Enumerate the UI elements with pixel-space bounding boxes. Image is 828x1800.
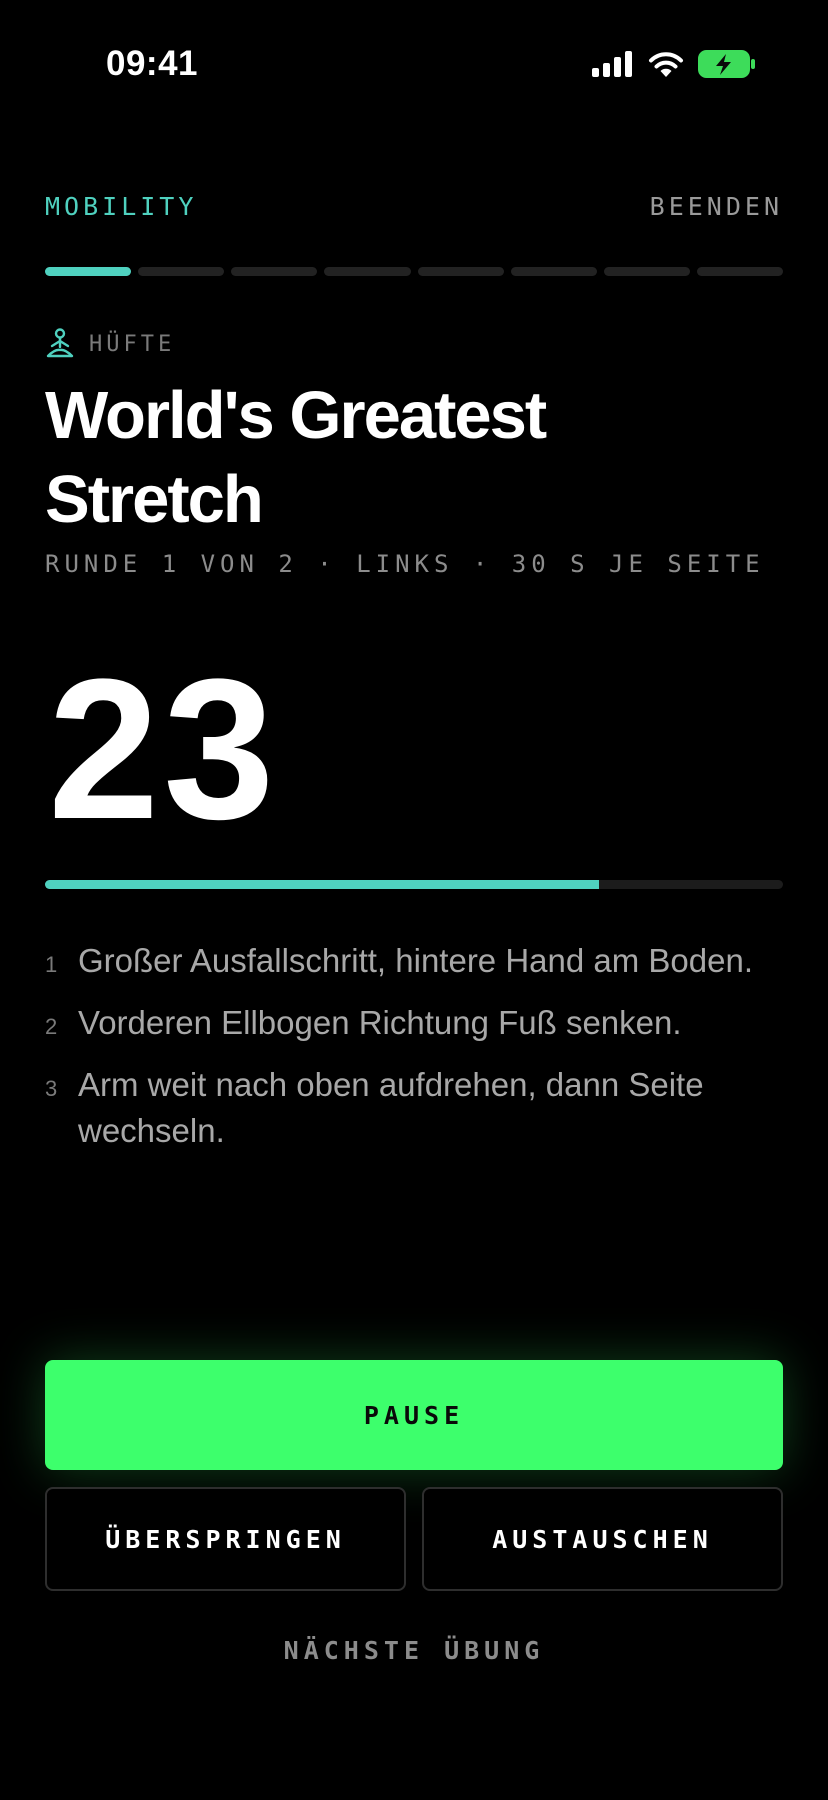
step-number: 2 — [45, 1014, 58, 1039]
cellular-signal-icon — [592, 51, 632, 77]
step-text: Großer Ausfallschritt, hintere Hand am B… — [78, 942, 753, 979]
swap-exercise-button[interactable]: AUSTAUSCHEN — [422, 1487, 783, 1591]
timer-progress-bar — [45, 880, 783, 889]
exercise-title-line1: World's Greatest — [45, 378, 547, 453]
step-number: 3 — [45, 1076, 58, 1101]
step-item: 2 Vorderen Ellbogen Richtung Fuß senken. — [45, 1000, 768, 1046]
segment-inactive — [510, 267, 597, 276]
pause-button[interactable]: PAUSE — [45, 1360, 783, 1470]
exercise-title: World's Greatest Stretch — [45, 374, 765, 542]
exercise-meta: RUNDE 1 VON 2 · LINKS · 30 S JE SEITE — [45, 550, 765, 578]
exercise-title-line2: Stretch — [45, 462, 264, 537]
step-number: 1 — [45, 952, 58, 977]
segment-active — [45, 267, 132, 276]
segment-inactive — [603, 267, 690, 276]
step-item: 1 Großer Ausfallschritt, hintere Hand am… — [45, 938, 768, 984]
secondary-actions: ÜBERSPRINGEN AUSTAUSCHEN — [45, 1487, 783, 1591]
skip-button[interactable]: ÜBERSPRINGEN — [45, 1487, 406, 1591]
countdown-timer: 23 — [48, 638, 279, 861]
step-text: Vorderen Ellbogen Richtung Fuß senken. — [78, 1004, 682, 1041]
segment-inactive — [231, 267, 318, 276]
muscle-group-label: HÜFTE — [89, 331, 176, 357]
step-item: 3 Arm weit nach oben aufdrehen, dann Sei… — [45, 1062, 768, 1154]
exercise-segments — [45, 267, 783, 276]
wifi-icon — [649, 52, 683, 77]
segment-inactive — [696, 267, 783, 276]
exercise-steps: 1 Großer Ausfallschritt, hintere Hand am… — [45, 938, 768, 1170]
muscle-group: HÜFTE — [45, 328, 175, 360]
workout-category: MOBILITY — [45, 192, 198, 221]
status-time: 09:41 — [106, 44, 199, 83]
segment-inactive — [138, 267, 225, 276]
step-text: Arm weit nach oben aufdrehen, dann Seite… — [78, 1066, 704, 1149]
timer-progress-fill — [45, 880, 599, 889]
battery-charging-icon — [698, 50, 755, 78]
end-workout-button[interactable]: BEENDEN — [650, 192, 783, 221]
next-exercise-button[interactable]: NÄCHSTE ÜBUNG — [0, 1636, 828, 1665]
status-icons — [592, 50, 756, 78]
meditation-pose-icon — [46, 328, 74, 358]
workout-header: MOBILITY BEENDEN — [45, 192, 783, 221]
segment-inactive — [324, 267, 411, 276]
segment-inactive — [417, 267, 504, 276]
